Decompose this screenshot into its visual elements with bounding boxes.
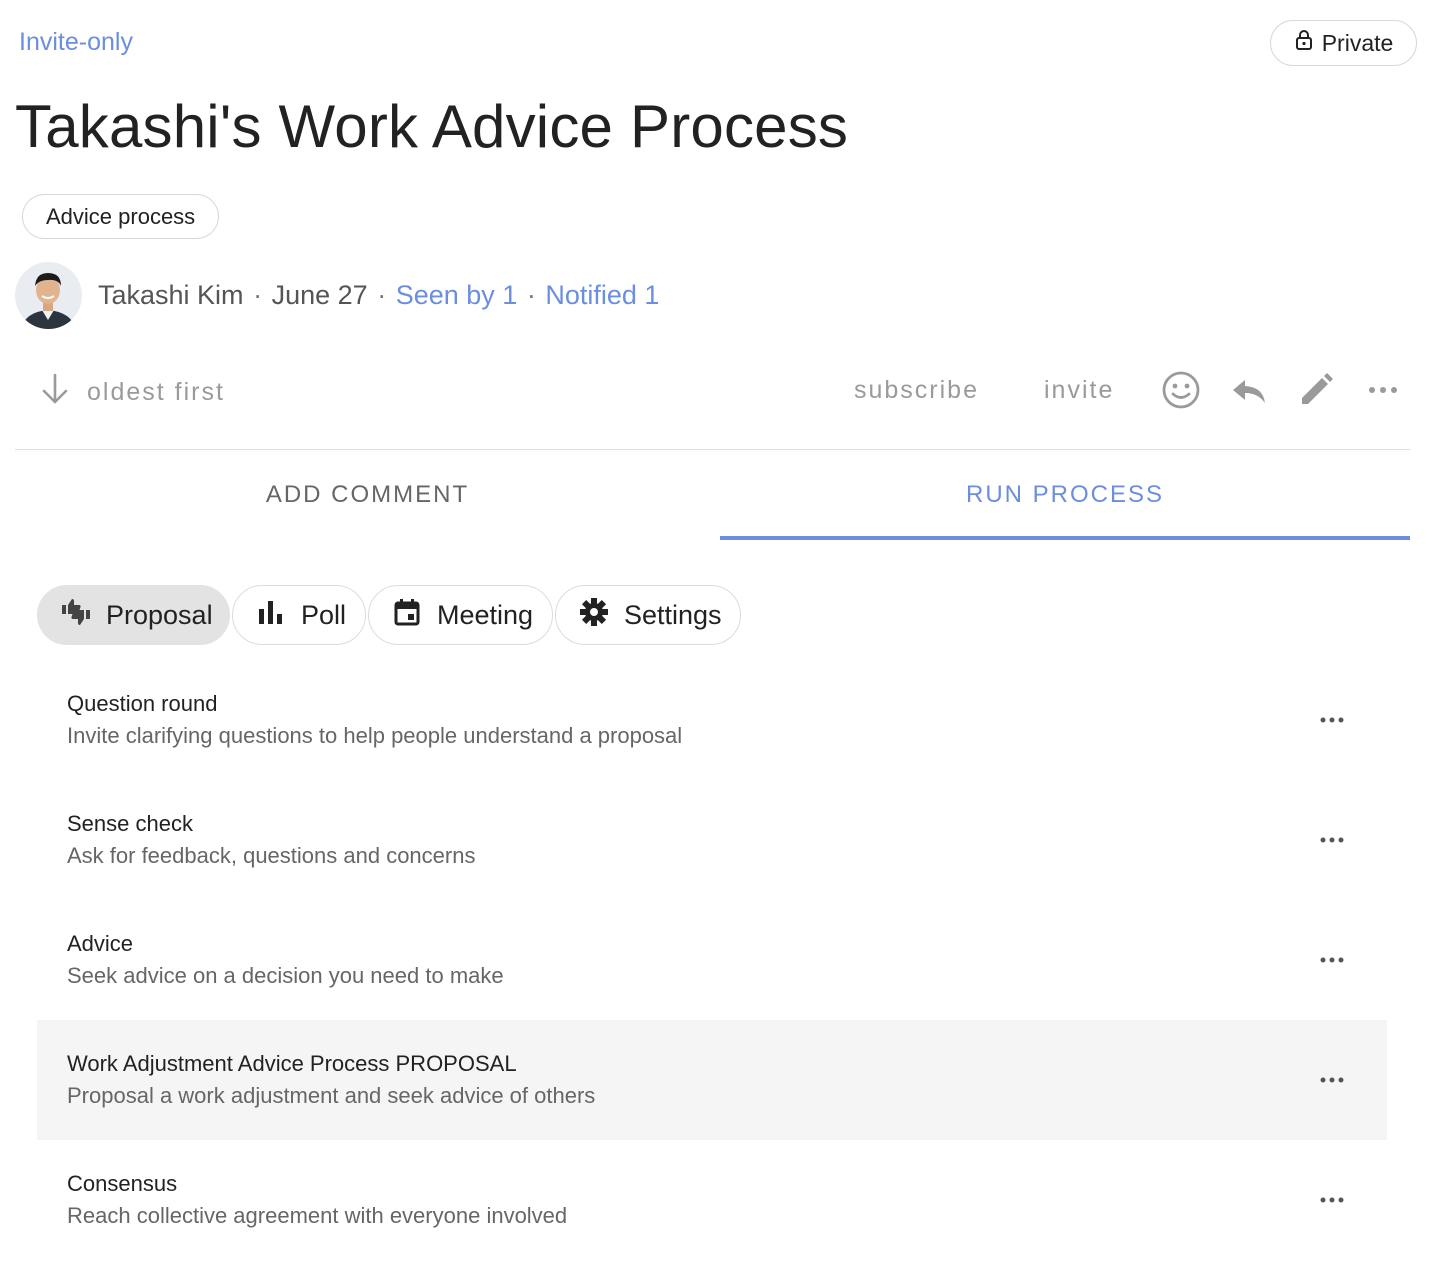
more-horiz-icon bbox=[1363, 370, 1403, 415]
more-horiz-icon bbox=[1320, 717, 1344, 723]
chip-meeting[interactable]: Meeting bbox=[368, 585, 553, 645]
arrow-down-icon bbox=[37, 371, 73, 414]
item-title: Work Adjustment Advice Process PROPOSAL bbox=[67, 1051, 517, 1076]
list-item[interactable]: Advice Seek advice on a decision you nee… bbox=[37, 900, 1387, 1020]
bar-chart-icon bbox=[255, 596, 287, 635]
sort-order-button[interactable]: oldest first bbox=[37, 372, 225, 412]
tab-add-comment[interactable]: ADD COMMENT bbox=[15, 450, 720, 540]
tab-label: ADD COMMENT bbox=[265, 481, 470, 508]
chip-label: Settings bbox=[624, 599, 722, 630]
tag-chip[interactable]: Advice process bbox=[22, 194, 220, 239]
page-title: Takashi's Work Advice Process bbox=[15, 93, 849, 160]
more-options-button[interactable] bbox=[1361, 370, 1405, 414]
subscribe-button[interactable]: subscribe bbox=[854, 376, 979, 405]
meta-separator: · bbox=[253, 279, 263, 310]
list-item[interactable]: Sense check Ask for feedback, questions … bbox=[37, 780, 1387, 900]
item-title: Sense check bbox=[67, 811, 193, 836]
more-horiz-icon bbox=[1320, 1197, 1344, 1203]
item-title: Consensus bbox=[67, 1171, 178, 1196]
list-item[interactable]: Consensus Reach collective agreement wit… bbox=[37, 1140, 1387, 1260]
edit-button[interactable] bbox=[1294, 370, 1338, 414]
tab-label: RUN PROCESS bbox=[965, 481, 1165, 508]
calendar-icon bbox=[391, 596, 423, 635]
private-button-label: Private bbox=[1321, 29, 1394, 56]
thread-actions: oldest first subscribe invite bbox=[15, 362, 1410, 422]
process-template-list: Question round Invite clarifying questio… bbox=[37, 660, 1387, 1260]
item-title: Question round bbox=[67, 691, 218, 716]
list-item[interactable]: Work Adjustment Advice Process PROPOSAL … bbox=[37, 1020, 1387, 1140]
react-button[interactable] bbox=[1159, 370, 1203, 414]
notified-link[interactable]: Notified 1 bbox=[545, 280, 659, 310]
post-meta: Takashi Kim · June 27 · Seen by 1 · Noti… bbox=[98, 280, 659, 311]
thread-page: Invite-only Private Takashi's Work Advic… bbox=[0, 0, 1429, 1269]
invite-button[interactable]: invite bbox=[1044, 376, 1114, 405]
gear-icon bbox=[578, 596, 610, 635]
lock-icon bbox=[1294, 29, 1314, 57]
item-description: Invite clarifying questions to help peop… bbox=[67, 723, 683, 748]
chip-settings[interactable]: Settings bbox=[555, 585, 741, 645]
more-horiz-icon bbox=[1320, 837, 1344, 843]
item-more-button[interactable] bbox=[1317, 1065, 1347, 1095]
item-title: Advice bbox=[67, 931, 134, 956]
chip-poll[interactable]: Poll bbox=[232, 585, 366, 645]
more-horiz-icon bbox=[1320, 957, 1344, 963]
item-more-button[interactable] bbox=[1317, 945, 1347, 975]
reply-icon bbox=[1229, 370, 1269, 415]
thumbs-up-down-icon bbox=[60, 596, 92, 635]
item-more-button[interactable] bbox=[1317, 1185, 1347, 1215]
item-more-button[interactable] bbox=[1317, 705, 1347, 735]
list-item[interactable]: Question round Invite clarifying questio… bbox=[37, 660, 1387, 780]
seen-by-link[interactable]: Seen by 1 bbox=[396, 280, 518, 310]
avatar[interactable] bbox=[15, 261, 82, 329]
chip-proposal[interactable]: Proposal bbox=[37, 585, 230, 645]
item-description: Ask for feedback, questions and concerns bbox=[67, 843, 476, 868]
sort-order-label: oldest first bbox=[87, 377, 225, 406]
chip-label: Proposal bbox=[106, 599, 213, 630]
smiley-icon bbox=[1161, 370, 1201, 415]
author-row: Takashi Kim · June 27 · Seen by 1 · Noti… bbox=[15, 261, 659, 329]
chip-label: Poll bbox=[301, 599, 347, 630]
more-horiz-icon bbox=[1320, 1077, 1344, 1083]
tab-bar: ADD COMMENT RUN PROCESS bbox=[15, 450, 1410, 540]
post-date: June 27 bbox=[271, 279, 368, 310]
pencil-icon bbox=[1296, 370, 1336, 415]
item-more-button[interactable] bbox=[1317, 825, 1347, 855]
item-description: Reach collective agreement with everyone… bbox=[67, 1203, 568, 1228]
author-name[interactable]: Takashi Kim bbox=[98, 280, 244, 310]
active-tab-indicator bbox=[720, 536, 1410, 540]
meta-separator: · bbox=[377, 279, 387, 310]
meta-separator: · bbox=[526, 279, 536, 310]
item-description: Proposal a work adjustment and seek advi… bbox=[67, 1083, 596, 1108]
tab-run-process[interactable]: RUN PROCESS bbox=[720, 450, 1410, 540]
private-button[interactable]: Private bbox=[1270, 20, 1417, 66]
item-description: Seek advice on a decision you need to ma… bbox=[67, 963, 504, 988]
invite-only-link[interactable]: Invite-only bbox=[19, 28, 133, 57]
reply-button[interactable] bbox=[1227, 370, 1271, 414]
chip-label: Meeting bbox=[437, 599, 534, 630]
